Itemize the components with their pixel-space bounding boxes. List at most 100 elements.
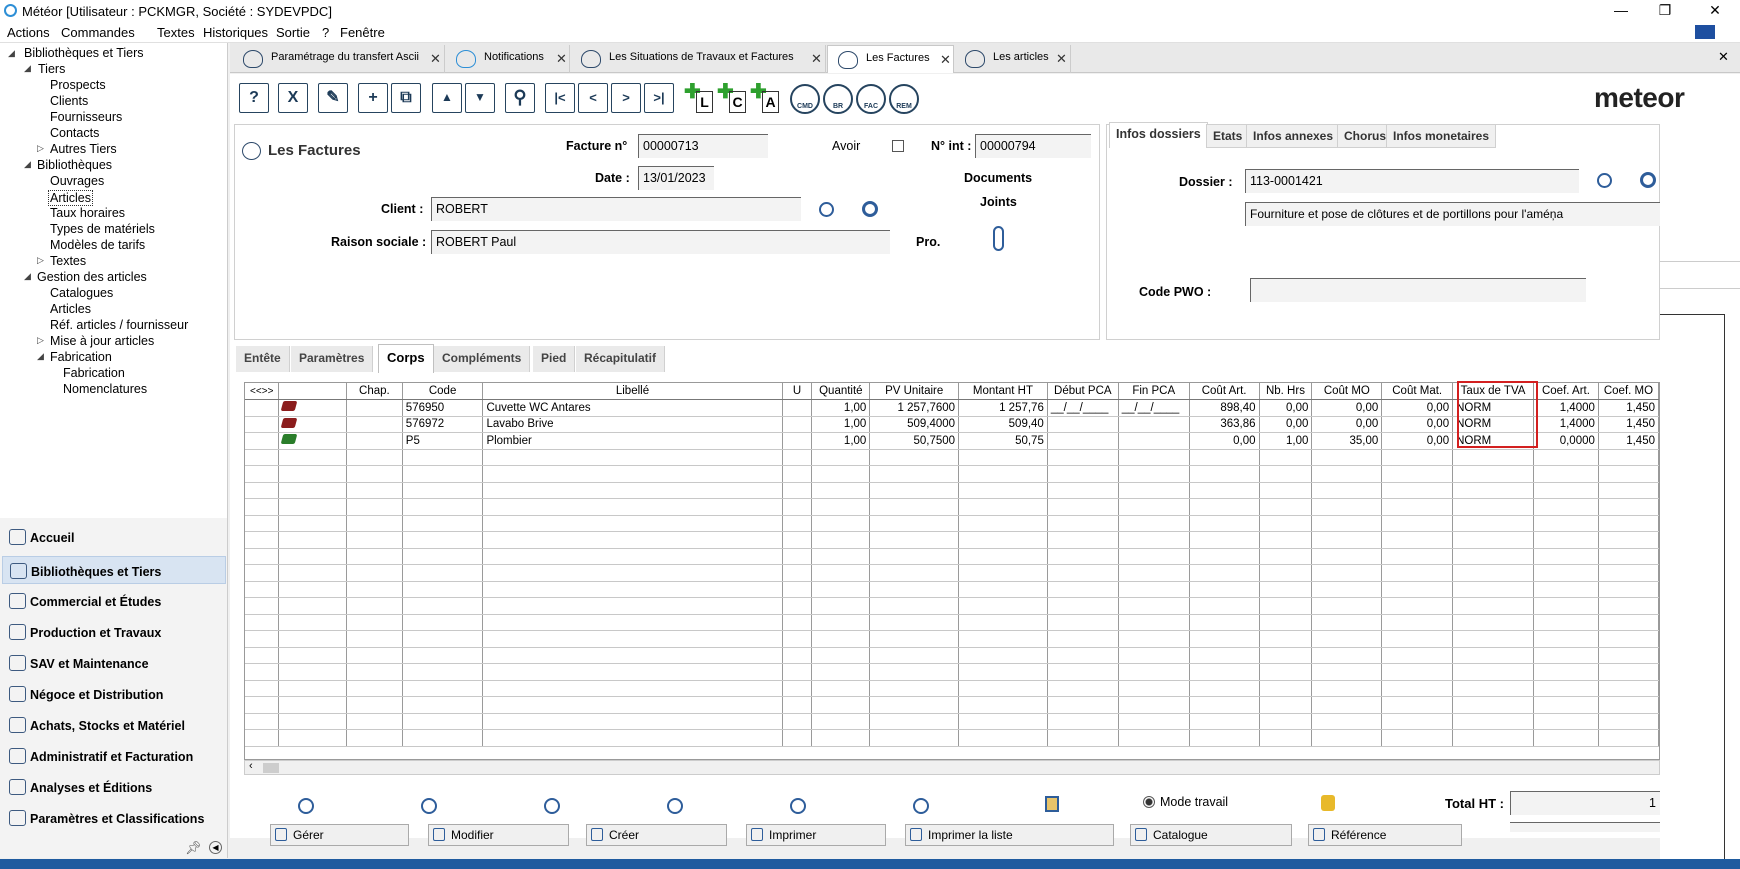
- cell-fin[interactable]: [1118, 696, 1190, 714]
- row-selector-cell[interactable]: [245, 465, 280, 483]
- cell-libelle[interactable]: [482, 663, 783, 681]
- modifier-button[interactable]: Modifier: [428, 824, 569, 846]
- cell-u[interactable]: [782, 581, 813, 598]
- raison-sociale-field[interactable]: ROBERT Paul: [431, 230, 890, 254]
- menu-actions[interactable]: Actions: [7, 25, 50, 40]
- cell-cmo[interactable]: [1311, 564, 1383, 582]
- tab-recapitulatif[interactable]: Récapitulatif: [576, 346, 666, 372]
- cell-cmo[interactable]: [1311, 531, 1383, 549]
- dossier-lookup-icon[interactable]: [1597, 173, 1612, 188]
- tree-item[interactable]: Textes: [50, 254, 86, 268]
- cell-coefa[interactable]: [1533, 515, 1599, 532]
- cell-libelle[interactable]: [482, 515, 783, 532]
- cell-u[interactable]: [782, 630, 813, 648]
- scroll-thumb[interactable]: [263, 763, 279, 773]
- nav-administratif[interactable]: Administratif et Facturation: [2, 742, 226, 770]
- cell-pvu[interactable]: [869, 482, 960, 499]
- cell-coefmo[interactable]: [1598, 515, 1659, 532]
- cell-cmat[interactable]: [1381, 630, 1454, 648]
- cell-code[interactable]: P5: [402, 432, 484, 450]
- cell-cart[interactable]: [1189, 449, 1260, 466]
- cell-pvu[interactable]: [869, 597, 960, 615]
- cell-chap[interactable]: [346, 630, 403, 648]
- cell-libelle[interactable]: [482, 581, 783, 598]
- cell-chap[interactable]: [346, 531, 403, 549]
- column-header[interactable]: Début PCA: [1047, 383, 1119, 400]
- cell-fin[interactable]: [1118, 515, 1190, 532]
- cell-cmat[interactable]: [1381, 729, 1454, 747]
- row-selector-cell[interactable]: [245, 647, 280, 664]
- cell-tva[interactable]: [1452, 564, 1535, 582]
- cell-fin[interactable]: [1118, 614, 1190, 631]
- cell-nbh[interactable]: [1259, 548, 1313, 565]
- cell-cmo[interactable]: [1311, 729, 1383, 747]
- code-pwo-field[interactable]: [1250, 278, 1586, 302]
- collapse-icon[interactable]: ◢: [37, 351, 44, 362]
- cell-coefmo[interactable]: [1598, 663, 1659, 681]
- tab-infos-monetaires[interactable]: Infos monetaires: [1386, 124, 1497, 148]
- nav-bibliotheques[interactable]: Bibliothèques et Tiers: [2, 556, 226, 584]
- tree-item[interactable]: Clients: [50, 94, 88, 108]
- tree-item[interactable]: Bibliothèques et Tiers: [24, 46, 144, 60]
- cell-qte[interactable]: [811, 680, 871, 697]
- cell-cmo[interactable]: [1311, 696, 1383, 714]
- tree-item[interactable]: Ouvrages: [50, 174, 104, 188]
- cell-code[interactable]: [402, 581, 484, 598]
- cell-pvu[interactable]: [869, 663, 960, 681]
- cell-fin[interactable]: [1118, 647, 1190, 664]
- cell-code[interactable]: [402, 696, 484, 714]
- cell-code[interactable]: 576972: [402, 416, 484, 433]
- column-header[interactable]: Nb. Hrs: [1259, 383, 1313, 400]
- cell-coefa[interactable]: 1,4000: [1533, 416, 1599, 433]
- cell-nbh[interactable]: [1259, 515, 1313, 532]
- gerer-button[interactable]: Gérer: [270, 824, 409, 846]
- table-row[interactable]: [245, 680, 1659, 697]
- cell-libelle[interactable]: [482, 449, 783, 466]
- close-tab-icon[interactable]: ✕: [1056, 51, 1067, 67]
- previous-record-button[interactable]: <: [578, 83, 608, 113]
- cell-deb[interactable]: [1047, 531, 1119, 549]
- cell-deb[interactable]: [1047, 465, 1119, 483]
- cell-tva[interactable]: [1452, 647, 1535, 664]
- cell-coefmo[interactable]: 1,450: [1598, 416, 1659, 433]
- tree-item[interactable]: Prospects: [50, 78, 106, 92]
- cell-coefa[interactable]: [1533, 581, 1599, 598]
- cell-qte[interactable]: 1,00: [811, 432, 871, 450]
- cell-cmat[interactable]: [1381, 663, 1454, 681]
- cell-cart[interactable]: [1189, 531, 1260, 549]
- cell-code[interactable]: [402, 663, 484, 681]
- cell-cmo[interactable]: [1311, 597, 1383, 615]
- cell-mht[interactable]: [958, 729, 1048, 747]
- cell-fin[interactable]: [1118, 498, 1190, 516]
- cell-qte[interactable]: [811, 614, 871, 631]
- cell-cart[interactable]: [1189, 713, 1260, 730]
- cell-cmo[interactable]: [1311, 581, 1383, 598]
- cell-deb[interactable]: [1047, 663, 1119, 681]
- nav-commercial[interactable]: Commercial et Études: [2, 587, 226, 615]
- dossier-field[interactable]: 113-0001421: [1245, 169, 1579, 193]
- expand-icon[interactable]: ▷: [37, 143, 44, 154]
- cell-libelle[interactable]: Lavabo Brive: [482, 416, 783, 433]
- cell-cmat[interactable]: [1381, 614, 1454, 631]
- cell-u[interactable]: [782, 564, 813, 582]
- cell-chap[interactable]: [346, 647, 403, 664]
- cell-pvu[interactable]: [869, 515, 960, 532]
- cell-coefa[interactable]: [1533, 531, 1599, 549]
- column-header[interactable]: Code: [402, 383, 484, 400]
- cell-code[interactable]: [402, 597, 484, 615]
- cell-libelle[interactable]: [482, 548, 783, 565]
- tree-item[interactable]: Réf. articles / fournisseur: [50, 318, 188, 332]
- cell-tva[interactable]: [1452, 482, 1535, 499]
- cell-chap[interactable]: [346, 564, 403, 582]
- cell-cart[interactable]: [1189, 581, 1260, 598]
- cell-cmat[interactable]: [1381, 680, 1454, 697]
- lookup-icon[interactable]: [421, 798, 437, 814]
- cell-libelle[interactable]: Plombier: [482, 432, 783, 450]
- cell-qte[interactable]: [811, 548, 871, 565]
- cell-cart[interactable]: 0,00: [1189, 432, 1260, 450]
- column-header[interactable]: Quantité: [811, 383, 871, 400]
- column-header[interactable]: Montant HT: [958, 383, 1048, 400]
- cell-qte[interactable]: [811, 581, 871, 598]
- cell-fin[interactable]: [1118, 663, 1190, 681]
- cell-pvu[interactable]: [869, 729, 960, 747]
